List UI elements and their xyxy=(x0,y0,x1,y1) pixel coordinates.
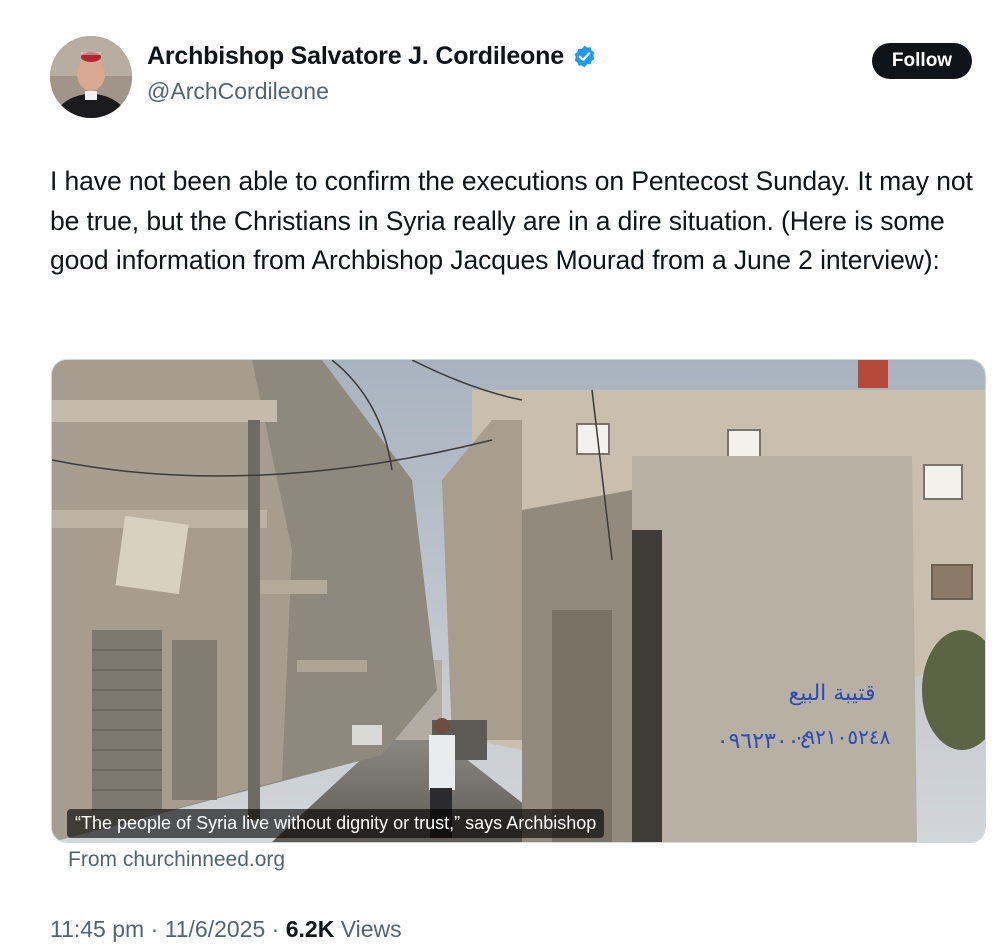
graffiti-text-3: ٠٩٢١٠٥٢٤٨ xyxy=(794,725,891,749)
tweet-time[interactable]: 11:45 pm xyxy=(50,916,144,942)
meta-separator: · xyxy=(150,916,159,942)
tweet-date[interactable]: 11/6/2025 xyxy=(165,916,266,942)
graffiti-text-1: قتيبة البيع xyxy=(788,681,875,706)
media-source-link[interactable]: From churchinneed.org xyxy=(68,848,285,872)
views-count: 6.2K xyxy=(285,916,335,942)
author-avatar[interactable] xyxy=(50,36,132,118)
author-handle[interactable]: @ArchCordileone xyxy=(147,78,329,105)
follow-button[interactable]: Follow xyxy=(872,43,972,79)
avatar-portrait xyxy=(50,36,132,118)
verified-badge-icon xyxy=(574,45,595,68)
meta-separator: · xyxy=(271,916,280,942)
tweet-meta: 11:45 pm · 11/6/2025 · 6.2K Views xyxy=(50,916,402,943)
media-caption: “The people of Syria live without dignit… xyxy=(67,809,605,838)
street-photo: قتيبة البيع ٠٩٦٢٣٠٠٤ ٠٩٢١٠٥٢٤٨ xyxy=(52,360,985,842)
author-name[interactable]: Archbishop Salvatore J. Cordileone xyxy=(147,42,564,71)
views-label: Views xyxy=(340,916,402,942)
tweet-media-card[interactable]: قتيبة البيع ٠٩٦٢٣٠٠٤ ٠٩٢١٠٥٢٤٨ “The peop… xyxy=(51,359,986,843)
tweet-text: I have not been able to confirm the exec… xyxy=(50,166,973,275)
